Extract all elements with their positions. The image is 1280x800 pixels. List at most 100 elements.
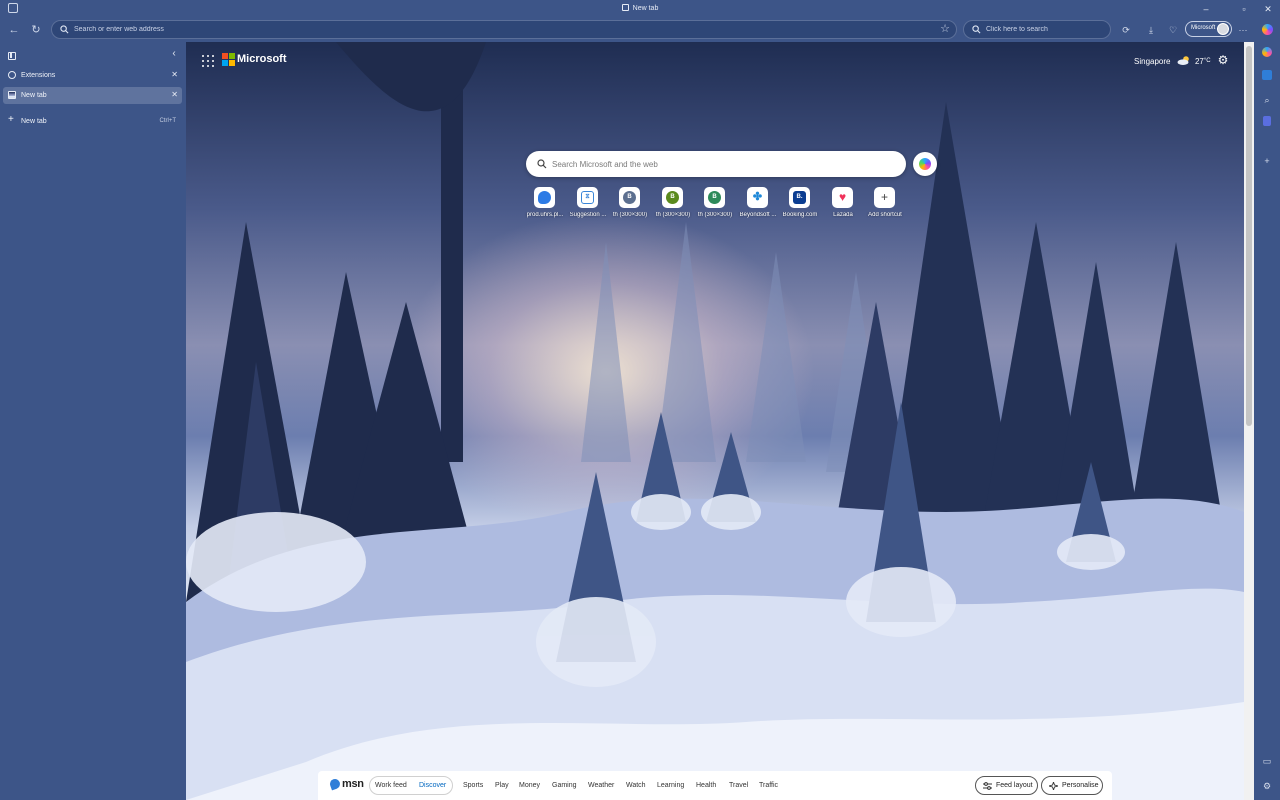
letter-favicon-icon: B [623, 191, 636, 204]
msn-logo-text: msn [342, 778, 364, 790]
nav-play[interactable]: Play [495, 782, 509, 789]
search-sidebar-icon[interactable]: ⌕ [1260, 93, 1274, 107]
shortcut-label: Beyondsoft ... [739, 212, 777, 218]
weather-unit: °C [1203, 58, 1211, 64]
tab-discover[interactable]: Discover [419, 782, 446, 789]
shortcut-tile[interactable]: B th (300×300) [651, 187, 695, 223]
extensions-icon[interactable]: ⟳ [1118, 22, 1134, 38]
refresh-button[interactable]: ↻ [27, 21, 45, 39]
shortcut-favicon-tile: + [874, 187, 895, 208]
address-input[interactable] [74, 22, 914, 37]
close-tab-icon[interactable]: ✕ [171, 90, 178, 99]
shortcut-tile[interactable]: B th (300×300) [693, 187, 737, 223]
window-title: New tab [0, 4, 1280, 12]
nav-health[interactable]: Health [696, 782, 716, 789]
nav-gaming[interactable]: Gaming [552, 782, 577, 789]
shortcut-hint: Ctrl+T [159, 118, 177, 124]
plus-icon: + [878, 191, 891, 204]
shortcut-favicon-tile: B [662, 187, 683, 208]
shortcut-favicon-tile [534, 187, 555, 208]
shortcut-tile[interactable]: ⧖ Suggestion ... [566, 187, 610, 223]
feed-toggle: Work feed Discover [369, 776, 453, 795]
shortcut-favicon-tile: ✤ [747, 187, 768, 208]
shortcut-favicon-tile: B [619, 187, 640, 208]
add-shortcut-button[interactable]: + Add shortcut [863, 187, 907, 223]
web-search-box[interactable] [526, 151, 906, 177]
toolbar-search-input[interactable] [986, 22, 1106, 37]
shortcut-favicon-tile: ⧖ [577, 187, 598, 208]
page-settings-gear-icon[interactable]: ⚙ [1216, 53, 1230, 67]
downloads-icon[interactable]: ⤓ [1143, 22, 1159, 38]
shortcut-tile[interactable]: ✤ Beyondsoft ... [736, 187, 780, 223]
new-tab-page: Microsoft Singapore 27°C ⚙ prod.uhrs.pl.… [186, 42, 1244, 800]
add-sidebar-app-icon[interactable]: + [1260, 154, 1274, 168]
profile-button[interactable]: Microsoft [1185, 21, 1232, 37]
sidebar-settings-gear-icon[interactable]: ⚙ [1260, 779, 1274, 793]
more-options-icon[interactable]: ··· [1235, 22, 1251, 38]
msn-logo[interactable]: msn [328, 777, 364, 793]
nav-money[interactable]: Money [519, 782, 540, 789]
weather-location: Singapore [1134, 57, 1171, 66]
nav-weather[interactable]: Weather [588, 782, 614, 789]
address-bar[interactable]: ☆ [51, 20, 957, 39]
shortcut-tile[interactable]: B th (300×300) [608, 187, 652, 223]
browser-essentials-icon[interactable]: ♡ [1165, 22, 1181, 38]
scrollbar-thumb[interactable] [1246, 46, 1252, 426]
shortcut-label: prod.uhrs.pl... [526, 212, 564, 218]
restore-button[interactable]: ▫ [1234, 2, 1254, 16]
tab-label: New tab [21, 92, 47, 99]
hide-sidebar-icon[interactable]: ▭ [1260, 754, 1274, 768]
tab-work-feed[interactable]: Work feed [375, 782, 407, 789]
copilot-sidebar-icon[interactable] [1260, 24, 1274, 38]
lazada-heart-icon: ♥ [836, 191, 849, 204]
shortcut-tile[interactable]: ♥ Lazada [821, 187, 865, 223]
favorite-star-icon[interactable]: ☆ [940, 22, 950, 35]
nav-traffic[interactable]: Traffic [759, 782, 778, 789]
weather-widget[interactable]: Singapore 27°C [1134, 56, 1211, 66]
translate-icon[interactable] [1260, 70, 1274, 84]
back-button[interactable]: ← [5, 21, 23, 39]
tab-actions-icon[interactable] [8, 52, 16, 60]
toolbar-search-box[interactable] [963, 20, 1111, 39]
msn-butterfly-icon [328, 777, 342, 791]
shortcut-label: Lazada [833, 212, 853, 218]
letter-favicon-icon: B [666, 191, 679, 204]
tab-label: Extensions [21, 72, 56, 79]
page-scrollbar[interactable] [1244, 42, 1254, 800]
tab-new-tab[interactable]: New tab ✕ [3, 87, 182, 104]
shortcut-tile[interactable]: B. Booking.com [778, 187, 822, 223]
search-icon [537, 159, 547, 169]
minimize-button[interactable]: – [1196, 2, 1216, 16]
tools-icon[interactable] [1260, 116, 1274, 130]
plus-icon: + [8, 114, 14, 125]
nav-sports[interactable]: Sports [463, 782, 483, 789]
web-search-input[interactable] [552, 156, 892, 172]
shortcut-favicon-tile: B. [789, 187, 810, 208]
new-tab-button[interactable]: + New tab Ctrl+T [3, 113, 182, 130]
close-window-button[interactable]: ✕ [1258, 2, 1278, 16]
feed-layout-button[interactable]: Feed layout [975, 776, 1038, 795]
close-tab-icon[interactable]: ✕ [171, 70, 178, 79]
nav-learning[interactable]: Learning [657, 782, 684, 789]
shortcut-label: th (300×300) [655, 212, 691, 218]
shortcut-tile[interactable]: prod.uhrs.pl... [523, 187, 567, 223]
shortcut-label: Suggestion ... [569, 212, 607, 218]
collapse-pane-icon[interactable]: ‹ [168, 48, 180, 62]
tab-extensions[interactable]: Extensions ✕ [3, 67, 182, 84]
extensions-page-icon [8, 71, 16, 79]
sliders-icon [983, 782, 992, 790]
personalise-button[interactable]: Personalise [1041, 776, 1103, 795]
search-icon [972, 25, 981, 34]
shopping-icon[interactable] [1260, 47, 1274, 61]
browser-toolbar: ← ↻ ☆ ⟳ ⤓ ♡ Microsoft ··· [0, 18, 1280, 42]
window-title-text: New tab [632, 5, 659, 12]
nav-watch[interactable]: Watch [626, 782, 646, 789]
edge-sidebar: ⌕ + ▭ ⚙ [1254, 18, 1280, 800]
page-icon [8, 91, 16, 99]
avatar [1217, 23, 1229, 35]
nav-travel[interactable]: Travel [729, 782, 748, 789]
app-launcher-icon[interactable] [202, 55, 214, 67]
shield-favicon-icon [538, 191, 551, 204]
letter-favicon-icon: B [708, 191, 721, 204]
copilot-icon[interactable] [913, 152, 937, 176]
